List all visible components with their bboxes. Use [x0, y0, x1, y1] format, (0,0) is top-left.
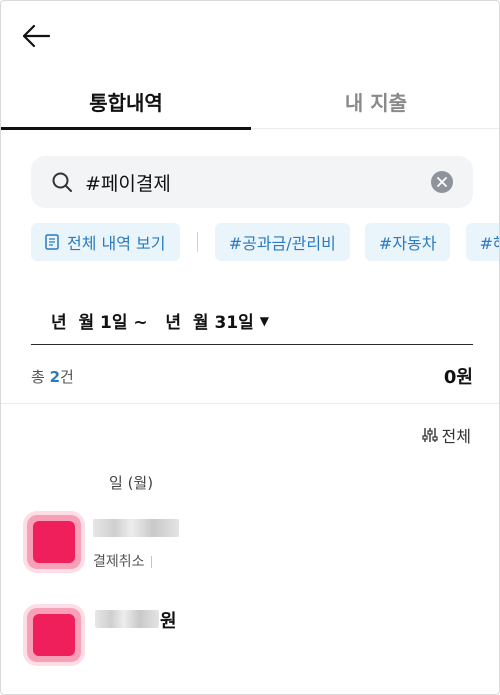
avatar-core [33, 521, 75, 563]
total-amount: 0원 [441, 363, 473, 389]
tab-bar: 통합내역 내 지출 [1, 73, 499, 130]
period-selector[interactable]: 년 월 1일 ~ 년 월 31일 ▼ [31, 297, 473, 345]
total-count: 총 2건 [31, 366, 74, 387]
merchant-avatar [23, 604, 85, 666]
search-input[interactable]: #페이결제 [85, 169, 431, 196]
back-button[interactable] [21, 23, 51, 49]
filter-chips: 전체 내역 보기 #공과금/관리비 #자동차 #해외결 [31, 223, 499, 261]
total-amount-value: 0원 [443, 367, 473, 388]
summary-row: 총 2건 0원 [31, 361, 473, 391]
sliders-icon [421, 428, 438, 442]
transaction-row[interactable]: 결제취소 [23, 511, 483, 581]
filter-label: 전체 [441, 427, 471, 446]
avatar-core [33, 614, 75, 656]
clear-search-button[interactable] [431, 171, 453, 193]
transaction-status: 결제취소 [93, 551, 152, 571]
app-screen: 통합내역 내 지출 #페이결제 전체 내역 보기 #공과금/관리비 #자동차 #… [0, 0, 500, 695]
filter-button[interactable]: 전체 [421, 423, 471, 447]
transaction-row[interactable]: 원 [23, 604, 483, 674]
view-all-label: 전체 내역 보기 [67, 234, 166, 253]
caret-down-icon: ▼ [259, 313, 269, 328]
count-prefix: 총 [31, 367, 50, 386]
search-icon [52, 172, 72, 192]
view-all-history-chip[interactable]: 전체 내역 보기 [31, 223, 180, 261]
tag-chip-overseas[interactable]: #해외결 [465, 223, 499, 261]
chip-divider [196, 232, 198, 252]
count-value: 2 [49, 367, 61, 386]
document-icon [45, 234, 59, 250]
search-bar[interactable]: #페이결제 [31, 156, 473, 208]
amount-currency: 원 [160, 611, 177, 632]
tab-my-spending[interactable]: 내 지출 [251, 73, 499, 129]
tag-chip-utilities[interactable]: #공과금/관리비 [214, 223, 350, 261]
arrow-left-icon [22, 24, 51, 48]
section-divider [1, 403, 499, 404]
status-divider [150, 556, 152, 568]
period-label: 년 월 1일 ~ 년 월 31일 [51, 313, 254, 333]
tab-integrated-history[interactable]: 통합내역 [1, 73, 251, 130]
merchant-avatar [23, 511, 85, 573]
redacted-amount [95, 610, 159, 628]
count-suffix: 건 [60, 367, 74, 386]
status-text: 결제취소 [93, 554, 145, 570]
clear-circle-icon [437, 177, 447, 187]
redacted-merchant-name [93, 519, 179, 537]
tag-chip-car[interactable]: #자동차 [364, 223, 451, 261]
date-group-header: 일 (월) [109, 474, 154, 492]
